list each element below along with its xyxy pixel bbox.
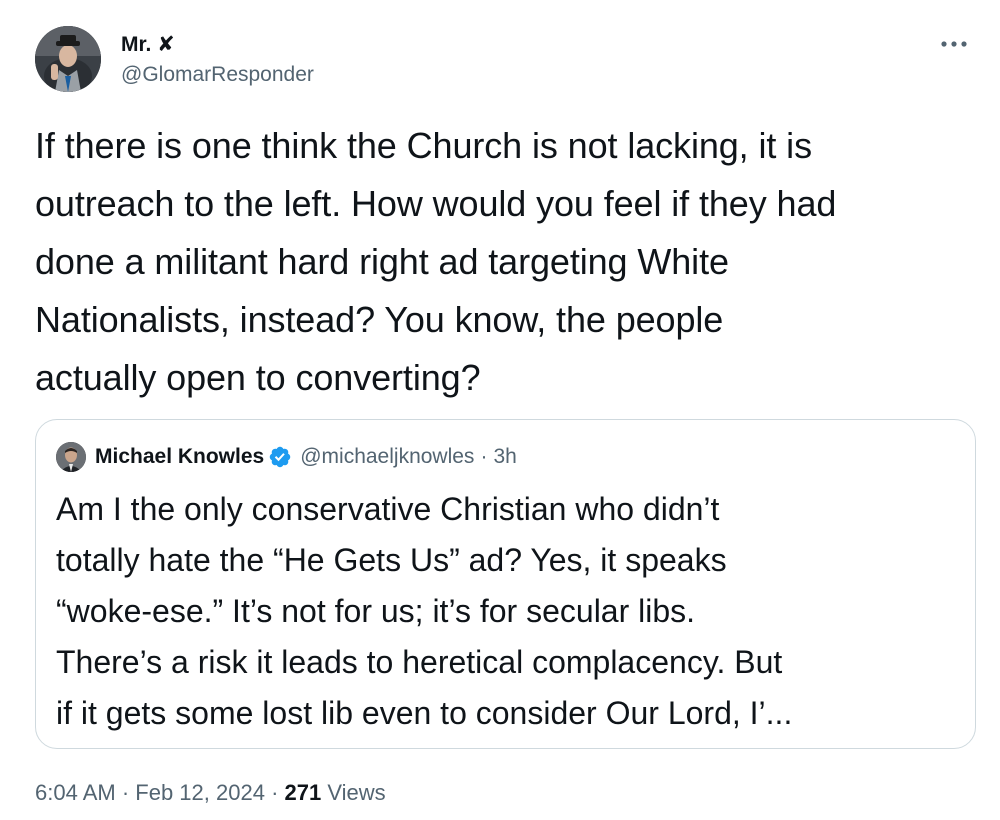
views-count[interactable]: 271 xyxy=(285,780,322,805)
quoted-tweet-header: Michael Knowles @michaeljknowles · 3h xyxy=(56,442,517,472)
tweet-card: Mr. ✘ @GlomarResponder If there is one t… xyxy=(0,0,1000,820)
tweet-meta: 6:04 AM · Feb 12, 2024 · 271 Views xyxy=(35,780,386,806)
views-label: Views xyxy=(321,780,386,805)
quoted-separator: · xyxy=(480,445,488,468)
tweet-time[interactable]: 6:04 AM xyxy=(35,780,116,805)
quoted-timestamp[interactable]: 3h xyxy=(493,445,516,469)
quoted-tweet-text: Am I the only conservative Christian who… xyxy=(56,491,793,731)
quoted-author-avatar[interactable] xyxy=(56,442,86,472)
tweet-header: Mr. ✘ @GlomarResponder xyxy=(35,24,975,96)
tweet-date[interactable]: Feb 12, 2024 xyxy=(135,780,265,805)
author-handle[interactable]: @GlomarResponder xyxy=(121,63,314,87)
quoted-author-handle[interactable]: @michaeljknowles xyxy=(300,445,474,469)
meta-separator: · xyxy=(115,780,136,805)
tweet-text: If there is one think the Church is not … xyxy=(35,125,837,398)
meta-separator: · xyxy=(264,780,285,805)
more-options-button[interactable] xyxy=(937,32,971,56)
author-name[interactable]: Mr. ✘ xyxy=(121,32,175,57)
more-horizontal-icon xyxy=(941,41,967,47)
author-avatar-image xyxy=(35,26,101,92)
quoted-tweet[interactable]: Michael Knowles @michaeljknowles · 3h Am… xyxy=(35,419,976,749)
verified-badge-icon xyxy=(269,446,291,468)
quoted-author-name[interactable]: Michael Knowles xyxy=(95,445,264,469)
quoted-author-avatar-image xyxy=(56,442,86,472)
author-avatar[interactable] xyxy=(35,26,101,92)
